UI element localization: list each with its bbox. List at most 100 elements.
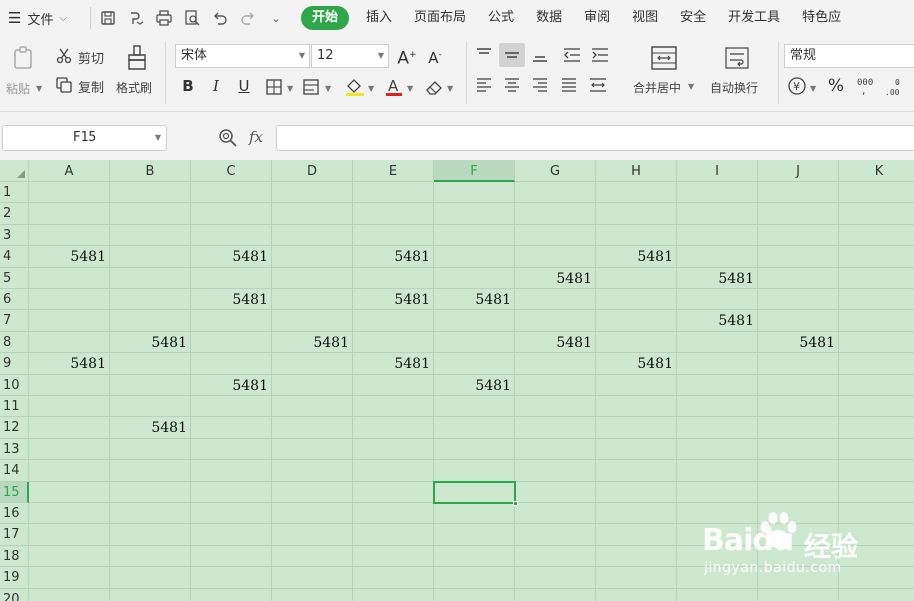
cell-e9[interactable]: 5481 [353, 353, 433, 374]
increase-indent-icon[interactable] [590, 46, 610, 64]
align-top-icon[interactable] [475, 46, 493, 64]
merge-center-label[interactable]: 合并居中 [633, 79, 681, 96]
column-header-g[interactable]: G [515, 160, 596, 182]
print-icon[interactable] [153, 7, 175, 29]
borders-icon[interactable] [265, 78, 283, 96]
row-header-20[interactable]: 20 [0, 588, 29, 601]
cell-g8[interactable]: 5481 [515, 332, 595, 353]
tab-1[interactable]: 插入 [355, 6, 403, 30]
chevron-down-icon[interactable]: ▼ [810, 84, 816, 93]
align-right-icon[interactable] [531, 76, 549, 94]
chevron-down-icon[interactable]: ▼ [325, 84, 331, 93]
fill-color-icon[interactable] [344, 77, 366, 97]
copy-label[interactable]: 复制 [78, 77, 104, 96]
align-middle-icon[interactable] [503, 46, 521, 64]
paste-dropdown-icon[interactable]: ▼ [36, 84, 42, 93]
cell-h9[interactable]: 5481 [596, 353, 676, 374]
redo-icon[interactable] [237, 7, 259, 29]
save-icon[interactable] [97, 7, 119, 29]
customize-toolbar-icon[interactable]: ⌄ [265, 7, 287, 29]
tab-3[interactable]: 公式 [477, 6, 525, 30]
column-header-e[interactable]: E [353, 160, 434, 182]
tab-7[interactable]: 安全 [669, 6, 717, 30]
decrease-font-size-icon[interactable]: A- [424, 43, 446, 67]
format-painter-icon[interactable] [124, 44, 150, 72]
row-header-8[interactable]: 8 [0, 331, 29, 354]
column-header-h[interactable]: H [596, 160, 677, 182]
active-cell-selection[interactable] [433, 480, 518, 506]
column-header-a[interactable]: A [29, 160, 110, 182]
row-header-7[interactable]: 7 [0, 310, 29, 332]
row-header-10[interactable]: 10 [0, 374, 29, 396]
cut-label[interactable]: 剪切 [78, 48, 104, 67]
cell-style-icon[interactable] [302, 78, 320, 96]
cell-i7[interactable]: 5481 [677, 310, 757, 331]
cell-b8[interactable]: 5481 [110, 332, 190, 353]
underline-button[interactable]: U [233, 74, 255, 98]
export-pdf-icon[interactable] [125, 7, 147, 29]
tab-8[interactable]: 开发工具 [717, 6, 791, 30]
tab-9[interactable]: 特色应 [791, 6, 852, 30]
cell-c6[interactable]: 5481 [191, 289, 271, 310]
number-format-select[interactable]: 常规 [784, 44, 914, 68]
cell-a4[interactable]: 5481 [29, 246, 109, 267]
cell-h4[interactable]: 5481 [596, 246, 676, 267]
row-header-17[interactable]: 17 [0, 524, 29, 546]
cell-b12[interactable]: 5481 [110, 417, 190, 438]
cell-e4[interactable]: 5481 [353, 246, 433, 267]
column-header-j[interactable]: J [758, 160, 839, 182]
cell-g5[interactable]: 5481 [515, 268, 595, 289]
cell-c10[interactable]: 5481 [191, 375, 271, 396]
chevron-down-icon[interactable]: ▼ [447, 84, 453, 93]
undo-icon[interactable] [209, 7, 231, 29]
cell-c4[interactable]: 5481 [191, 246, 271, 267]
cell-f10[interactable]: 5481 [434, 375, 514, 396]
column-header-c[interactable]: C [191, 160, 272, 182]
row-header-5[interactable]: 5 [0, 267, 29, 289]
bold-button[interactable]: B [177, 74, 199, 98]
currency-icon[interactable]: ¥ [787, 76, 807, 96]
row-header-1[interactable]: 1 [0, 182, 29, 204]
chevron-down-icon[interactable]: ▼ [688, 82, 694, 91]
justify-icon[interactable] [560, 76, 578, 94]
format-painter-label[interactable]: 格式刷 [116, 79, 152, 96]
cell-e6[interactable]: 5481 [353, 289, 433, 310]
tab-0[interactable]: 开始 [301, 6, 350, 30]
font-size-select[interactable]: 12 ▼ [311, 44, 389, 68]
row-header-15[interactable]: 15 [0, 481, 29, 503]
thousands-separator-icon[interactable]: 000, [855, 76, 877, 96]
merge-center-icon[interactable] [650, 45, 678, 71]
font-name-select[interactable]: 宋体 ▼ [175, 44, 310, 68]
row-header-4[interactable]: 4 [0, 246, 29, 268]
insert-function-button[interactable]: fx [249, 128, 263, 146]
row-header-19[interactable]: 19 [0, 567, 29, 589]
row-header-11[interactable]: 11 [0, 396, 29, 418]
row-header-18[interactable]: 18 [0, 545, 29, 568]
align-left-icon[interactable] [475, 76, 493, 94]
row-header-2[interactable]: 2 [0, 203, 29, 225]
tab-4[interactable]: 数据 [525, 6, 573, 30]
wrap-text-label[interactable]: 自动换行 [710, 79, 758, 96]
select-all-corner[interactable] [0, 160, 29, 182]
tab-2[interactable]: 页面布局 [403, 6, 477, 30]
scissors-icon[interactable] [55, 47, 73, 65]
row-header-12[interactable]: 12 [0, 417, 29, 439]
paste-icon[interactable] [10, 44, 38, 72]
cell-a9[interactable]: 5481 [29, 353, 109, 374]
file-menu[interactable]: ☰ 文件 ⌵ [0, 0, 84, 36]
fill-handle[interactable] [513, 500, 518, 506]
font-color-icon[interactable]: A [384, 76, 404, 98]
align-center-icon[interactable] [503, 76, 521, 94]
column-header-i[interactable]: I [677, 160, 758, 182]
tab-6[interactable]: 视图 [621, 6, 669, 30]
chevron-down-icon[interactable]: ▼ [287, 84, 293, 93]
wrap-text-icon[interactable] [723, 45, 751, 71]
copy-icon[interactable] [55, 76, 73, 94]
column-header-b[interactable]: B [110, 160, 191, 182]
percent-button[interactable]: % [825, 74, 847, 98]
cell-f6[interactable]: 5481 [434, 289, 514, 310]
cell-d8[interactable]: 5481 [272, 332, 352, 353]
cell-j8[interactable]: 5481 [758, 332, 838, 353]
row-header-16[interactable]: 16 [0, 503, 29, 525]
name-box[interactable]: F15 ▼ [2, 125, 167, 151]
